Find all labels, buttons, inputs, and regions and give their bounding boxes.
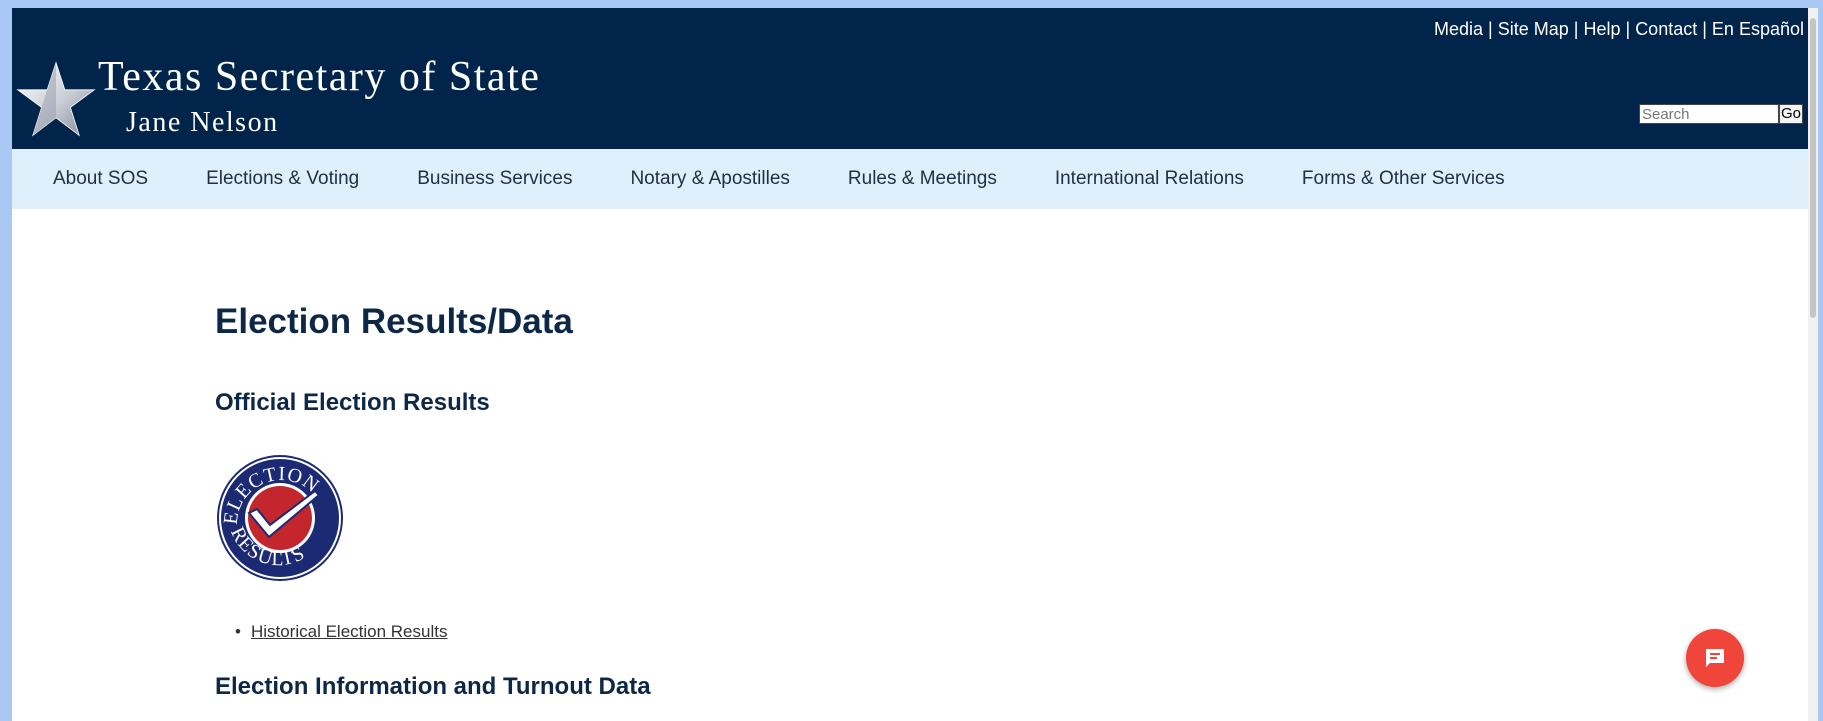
historical-results-link[interactable]: Historical Election Results: [251, 622, 448, 641]
main-nav: About SOS Elections & Voting Business Se…: [12, 149, 1818, 209]
star-icon: [16, 61, 96, 137]
contact-link[interactable]: Contact: [1635, 19, 1697, 39]
search-go-button[interactable]: Go: [1778, 104, 1803, 124]
scrollbar[interactable]: [1808, 8, 1818, 721]
nav-item-about-sos[interactable]: About SOS: [53, 168, 148, 190]
chat-button[interactable]: [1686, 629, 1744, 687]
nav-item-forms-other-services[interactable]: Forms & Other Services: [1302, 168, 1505, 190]
nav-item-business-services[interactable]: Business Services: [417, 168, 572, 190]
site-header: Texas Secretary of State Jane Nelson Med…: [12, 8, 1818, 149]
utility-links: Media | Site Map | Help | Contact | En Español: [1434, 19, 1804, 40]
site-title[interactable]: Texas Secretary of State: [98, 56, 540, 98]
page: Texas Secretary of State Jane Nelson Med…: [12, 8, 1818, 721]
espanol-link[interactable]: En Español: [1712, 19, 1804, 39]
nav-item-rules-meetings[interactable]: Rules & Meetings: [848, 168, 997, 190]
separator: |: [1702, 19, 1707, 39]
nav-item-elections-voting[interactable]: Elections & Voting: [206, 168, 359, 190]
separator: |: [1573, 19, 1579, 39]
official-results-heading: Official Election Results: [215, 389, 490, 416]
help-link[interactable]: Help: [1583, 19, 1620, 39]
page-title: Election Results/Data: [215, 302, 573, 341]
results-link-list: Historical Election Results: [251, 622, 448, 642]
nav-item-international-relations[interactable]: International Relations: [1055, 168, 1244, 190]
separator: |: [1625, 19, 1631, 39]
scrollbar-thumb[interactable]: [1810, 18, 1816, 318]
election-results-badge[interactable]: ELECTION RESULTS: [215, 453, 345, 583]
site-subtitle: Jane Nelson: [126, 107, 279, 138]
turnout-data-heading: Election Information and Turnout Data: [215, 673, 651, 700]
chat-icon: [1706, 649, 1724, 667]
separator: |: [1488, 19, 1493, 39]
search-box: Go: [1638, 104, 1803, 124]
list-item: Historical Election Results: [251, 622, 448, 642]
nav-item-notary-apostilles[interactable]: Notary & Apostilles: [630, 168, 789, 190]
site-map-link[interactable]: Site Map: [1498, 19, 1569, 39]
search-input[interactable]: [1638, 104, 1779, 124]
media-link[interactable]: Media: [1434, 19, 1483, 39]
